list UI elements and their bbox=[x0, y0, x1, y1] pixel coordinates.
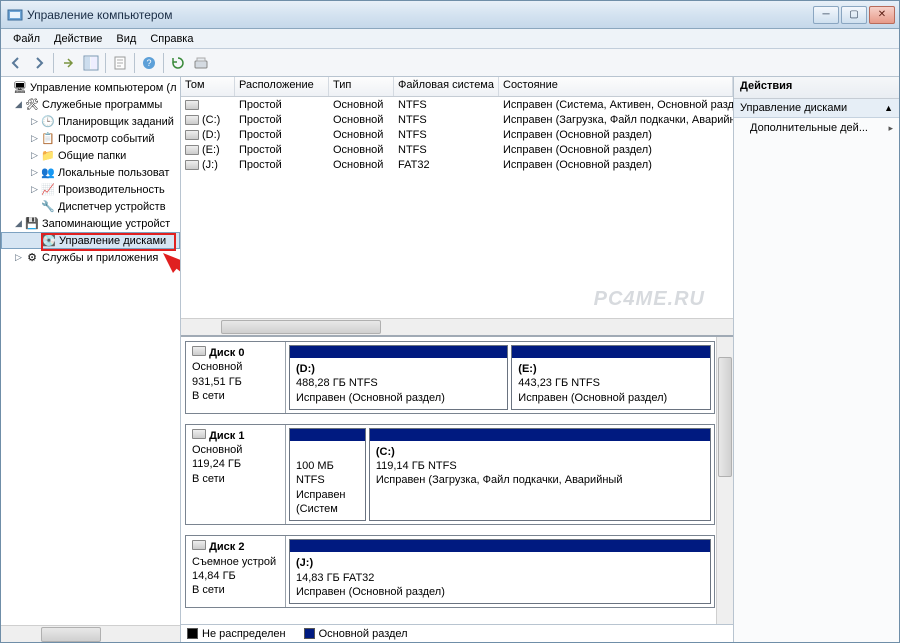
tree-performance[interactable]: ▷📈Производительность bbox=[1, 181, 180, 198]
app-icon bbox=[7, 7, 23, 23]
tree-shared-folders[interactable]: ▷📁Общие папки bbox=[1, 147, 180, 164]
disk-icon bbox=[192, 540, 206, 550]
computer-icon: 🖥 bbox=[12, 80, 28, 96]
partition[interactable]: (J:)14,83 ГБ FAT32Исправен (Основной раз… bbox=[289, 539, 711, 604]
volume-list: Том Расположение Тип Файловая система Со… bbox=[181, 77, 733, 337]
back-button[interactable] bbox=[5, 52, 27, 74]
properties-button[interactable] bbox=[109, 52, 131, 74]
menu-file[interactable]: Файл bbox=[7, 31, 46, 47]
partition[interactable]: (E:)443,23 ГБ NTFSИсправен (Основной раз… bbox=[511, 345, 711, 410]
tree-scheduler[interactable]: ▷🕒Планировщик заданий bbox=[1, 113, 180, 130]
legend-swatch-unallocated bbox=[187, 628, 198, 639]
legend-unallocated: Не распределен bbox=[202, 628, 286, 640]
tree-services[interactable]: ▷⚙Службы и приложения bbox=[1, 249, 180, 266]
tree-disk-management[interactable]: 💽Управление дисками bbox=[1, 232, 180, 249]
settings-button[interactable] bbox=[190, 52, 212, 74]
col-type[interactable]: Тип bbox=[329, 77, 394, 96]
services-icon: ⚙ bbox=[24, 250, 40, 266]
tree-local-users[interactable]: ▷👥Локальные пользоват bbox=[1, 164, 180, 181]
partition[interactable]: (D:)488,28 ГБ NTFSИсправен (Основной раз… bbox=[289, 345, 508, 410]
partition-header bbox=[290, 540, 710, 552]
disk-vertical-scrollbar[interactable] bbox=[716, 337, 733, 624]
menu-action[interactable]: Действие bbox=[48, 31, 108, 47]
tree-pane: 🖥Управление компьютером (л ◢🛠Служебные п… bbox=[1, 77, 181, 642]
disk-label[interactable]: Диск 2Съемное устрой14,84 ГБВ сети bbox=[186, 536, 286, 607]
actions-more[interactable]: Дополнительные дей... bbox=[734, 118, 899, 138]
disk-icon bbox=[192, 346, 206, 356]
disk-block: Диск 2Съемное устрой14,84 ГБВ сети(J:)14… bbox=[185, 535, 715, 608]
maximize-button[interactable]: ▢ bbox=[841, 6, 867, 24]
disk-label[interactable]: Диск 0Основной931,51 ГБВ сети bbox=[186, 342, 286, 413]
center-pane: Том Расположение Тип Файловая система Со… bbox=[181, 77, 734, 642]
disk-block: Диск 1Основной119,24 ГБВ сети100 МБ NTFS… bbox=[185, 424, 715, 525]
event-icon: 📋 bbox=[40, 131, 56, 147]
perf-icon: 📈 bbox=[40, 182, 56, 198]
legend: Не распределен Основной раздел bbox=[181, 624, 733, 642]
partition-header bbox=[512, 346, 710, 358]
tools-icon: 🛠 bbox=[24, 97, 40, 113]
col-fs[interactable]: Файловая система bbox=[394, 77, 499, 96]
volume-icon bbox=[185, 160, 199, 170]
tree-storage[interactable]: ◢💾Запоминающие устройст bbox=[1, 215, 180, 232]
legend-primary: Основной раздел bbox=[319, 628, 408, 640]
legend-swatch-primary bbox=[304, 628, 315, 639]
arrow-annotation bbox=[161, 251, 181, 331]
volume-row[interactable]: (E:)ПростойОсновнойNTFSИсправен (Основно… bbox=[181, 142, 733, 157]
volume-row[interactable]: (J:)ПростойОсновнойFAT32Исправен (Основн… bbox=[181, 157, 733, 172]
close-button[interactable]: ✕ bbox=[869, 6, 895, 24]
disk-icon bbox=[192, 429, 206, 439]
tree-root[interactable]: 🖥Управление компьютером (л bbox=[1, 79, 180, 96]
volume-row[interactable]: ПростойОсновнойNTFSИсправен (Система, Ак… bbox=[181, 97, 733, 112]
disk-icon: 💽 bbox=[41, 233, 57, 249]
col-volume[interactable]: Том bbox=[181, 77, 235, 96]
disk-block: Диск 0Основной931,51 ГБВ сети(D:)488,28 … bbox=[185, 341, 715, 414]
watermark: PC4ME.RU bbox=[594, 288, 705, 311]
partition-header bbox=[290, 346, 507, 358]
volume-icon bbox=[185, 100, 199, 110]
refresh-button[interactable] bbox=[167, 52, 189, 74]
svg-text:?: ? bbox=[146, 58, 151, 68]
tree-device-manager[interactable]: 🔧Диспетчер устройств bbox=[1, 198, 180, 215]
tree-horizontal-scrollbar[interactable] bbox=[1, 625, 180, 642]
partition[interactable]: 100 МБ NTFSИсправен (Систем bbox=[289, 428, 366, 521]
collapse-icon: ▲ bbox=[884, 103, 893, 113]
partition-header bbox=[290, 429, 365, 441]
menubar: Файл Действие Вид Справка bbox=[1, 29, 899, 49]
show-hide-tree-button[interactable] bbox=[80, 52, 102, 74]
disk-label[interactable]: Диск 1Основной119,24 ГБВ сети bbox=[186, 425, 286, 524]
actions-section[interactable]: Управление дисками ▲ bbox=[734, 99, 899, 118]
volume-horizontal-scrollbar[interactable] bbox=[181, 318, 733, 335]
minimize-button[interactable]: ─ bbox=[813, 6, 839, 24]
up-button[interactable] bbox=[57, 52, 79, 74]
actions-pane: Действия Управление дисками ▲ Дополнител… bbox=[734, 77, 899, 642]
volume-row[interactable]: (C:)ПростойОсновнойNTFSИсправен (Загрузк… bbox=[181, 112, 733, 127]
partition[interactable]: (C:)119,14 ГБ NTFSИсправен (Загрузка, Фа… bbox=[369, 428, 711, 521]
col-status[interactable]: Состояние bbox=[499, 77, 733, 96]
titlebar: Управление компьютером ─ ▢ ✕ bbox=[1, 1, 899, 29]
actions-title: Действия bbox=[734, 77, 899, 99]
disk-graphical-view: Диск 0Основной931,51 ГБВ сети(D:)488,28 … bbox=[181, 337, 733, 624]
col-layout[interactable]: Расположение bbox=[235, 77, 329, 96]
volume-icon bbox=[185, 115, 199, 125]
tree-event-viewer[interactable]: ▷📋Просмотр событий bbox=[1, 130, 180, 147]
users-icon: 👥 bbox=[40, 165, 56, 181]
menu-help[interactable]: Справка bbox=[144, 31, 199, 47]
menu-view[interactable]: Вид bbox=[110, 31, 142, 47]
folder-shared-icon: 📁 bbox=[40, 148, 56, 164]
window-title: Управление компьютером bbox=[27, 8, 813, 22]
toolbar: ? bbox=[1, 49, 899, 77]
help-button[interactable]: ? bbox=[138, 52, 160, 74]
partition-header bbox=[370, 429, 710, 441]
tree-utilities[interactable]: ◢🛠Служебные программы bbox=[1, 96, 180, 113]
volume-row[interactable]: (D:)ПростойОсновнойNTFSИсправен (Основно… bbox=[181, 127, 733, 142]
forward-button[interactable] bbox=[28, 52, 50, 74]
storage-icon: 💾 bbox=[24, 216, 40, 232]
volume-icon bbox=[185, 130, 199, 140]
volume-icon bbox=[185, 145, 199, 155]
clock-icon: 🕒 bbox=[40, 114, 56, 130]
device-icon: 🔧 bbox=[40, 199, 56, 215]
